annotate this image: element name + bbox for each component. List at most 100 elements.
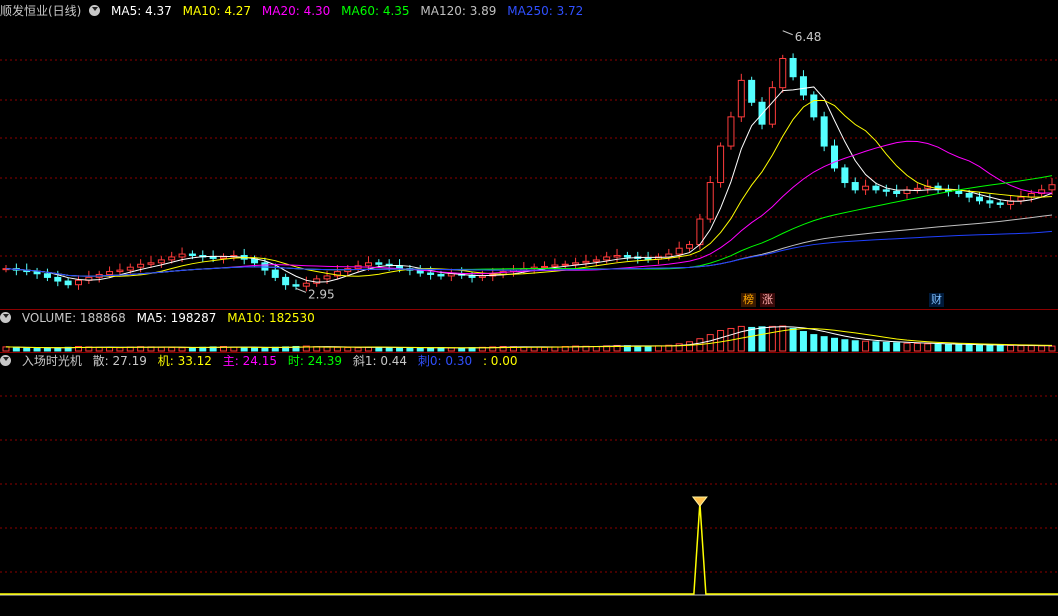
volume-bar [882, 341, 890, 352]
candle-body [706, 182, 714, 220]
candle-body [613, 255, 621, 258]
candle-body [106, 271, 114, 275]
candle-body [872, 185, 880, 191]
volume-bar [654, 345, 662, 352]
candle-body [768, 87, 776, 125]
volume-bar [965, 344, 973, 352]
volume-bar [157, 346, 165, 352]
volume-bar [779, 325, 787, 352]
candle-body [364, 262, 372, 267]
volume-bar [944, 343, 952, 352]
volume-bar [43, 347, 51, 352]
candle-body [54, 276, 62, 282]
chevron-down-icon[interactable] [0, 312, 11, 323]
volume-bar [634, 345, 642, 352]
candle-body [831, 145, 839, 169]
candle-body [292, 284, 300, 287]
candle-body [323, 275, 331, 280]
candle-body [282, 276, 290, 286]
volume-bar [748, 326, 756, 352]
candle-body [541, 265, 549, 268]
signal-diamond-icon [691, 496, 708, 507]
candle-body [686, 244, 694, 249]
volume-bar [12, 346, 20, 352]
candle-body [799, 76, 807, 96]
candle-body [913, 187, 921, 191]
ma250-line [5, 230, 1053, 277]
indicator-name: 入场时光机 [21, 354, 82, 368]
candle-body [271, 269, 279, 278]
indicator-extra: : 0.00 [482, 354, 518, 368]
volume-bar [33, 347, 41, 352]
candle-body [313, 278, 321, 284]
event-tag-cai[interactable]: 财 [929, 293, 944, 307]
candle-body [572, 262, 580, 265]
candle-body [862, 185, 870, 191]
candle-body [717, 145, 725, 184]
candle-body [178, 253, 186, 258]
candle-body [188, 253, 196, 257]
candle-body [427, 272, 435, 275]
candle-body [209, 256, 217, 259]
volume-bar [986, 344, 994, 352]
candle-body [147, 262, 155, 265]
volume-bar [893, 342, 901, 352]
volume-bar [851, 340, 859, 352]
volume-bar [996, 344, 1004, 352]
volume-bar [810, 334, 818, 352]
low-price-label: 2.95 [308, 287, 335, 301]
volume-bar [1048, 345, 1056, 352]
event-tag-bang[interactable]: 榜 [741, 293, 756, 307]
candle-body [261, 262, 269, 271]
volume-bar [1017, 345, 1025, 352]
volume-bar [686, 341, 694, 352]
indicator-ci: 刺0: 0.30 [417, 354, 473, 368]
indicator-ji: 机: 33.12 [157, 354, 212, 368]
event-tag-zhang[interactable]: 涨 [760, 293, 775, 307]
kline-chart[interactable]: 6.48 2.95 [0, 0, 1058, 616]
volume-bar [789, 327, 797, 352]
candle-body [851, 182, 859, 191]
volume-bar [758, 326, 766, 352]
candle-body [33, 271, 41, 275]
chevron-down-icon[interactable] [0, 355, 11, 366]
volume-bar [354, 347, 362, 352]
candle-body [644, 257, 652, 260]
volume-bar [54, 347, 62, 352]
volume-bar [458, 347, 466, 352]
indicator-zhu: 主: 24.15 [222, 354, 277, 368]
candle-body [810, 94, 818, 118]
indicator-shi: 时: 24.39 [287, 354, 343, 368]
candle-body [251, 258, 259, 264]
signal-line [0, 502, 1058, 595]
indicator-san: 散: 27.19 [92, 354, 147, 368]
candle-body [478, 275, 486, 278]
candle-body [302, 282, 310, 287]
volume-bar [541, 346, 549, 352]
candle-body [582, 260, 590, 264]
volume-ma5: MA5: 198287 [136, 311, 217, 325]
volume-bar [116, 347, 124, 352]
low-pointer [295, 287, 307, 293]
candle-body [789, 57, 797, 78]
candle-body [437, 273, 445, 277]
volume-bar [251, 347, 259, 352]
candle-body [64, 280, 72, 286]
candle-body [168, 256, 176, 261]
indicator-xie: 斜1: 0.44 [352, 354, 408, 368]
candle-body [137, 263, 145, 268]
candle-body [43, 273, 51, 278]
volume-bar [955, 344, 963, 352]
volume-value: VOLUME: 188868 [21, 311, 126, 325]
volume-bar [323, 346, 331, 352]
ma120-line [5, 214, 1053, 277]
volume-bar [924, 343, 932, 352]
volume-bar [976, 344, 984, 352]
volume-bar [168, 347, 176, 352]
candle-body [748, 79, 756, 103]
candle-body [965, 192, 973, 198]
volume-bar [261, 347, 269, 352]
volume-bar [1027, 345, 1035, 352]
candle-body [561, 263, 569, 266]
volume-bar [240, 347, 248, 352]
